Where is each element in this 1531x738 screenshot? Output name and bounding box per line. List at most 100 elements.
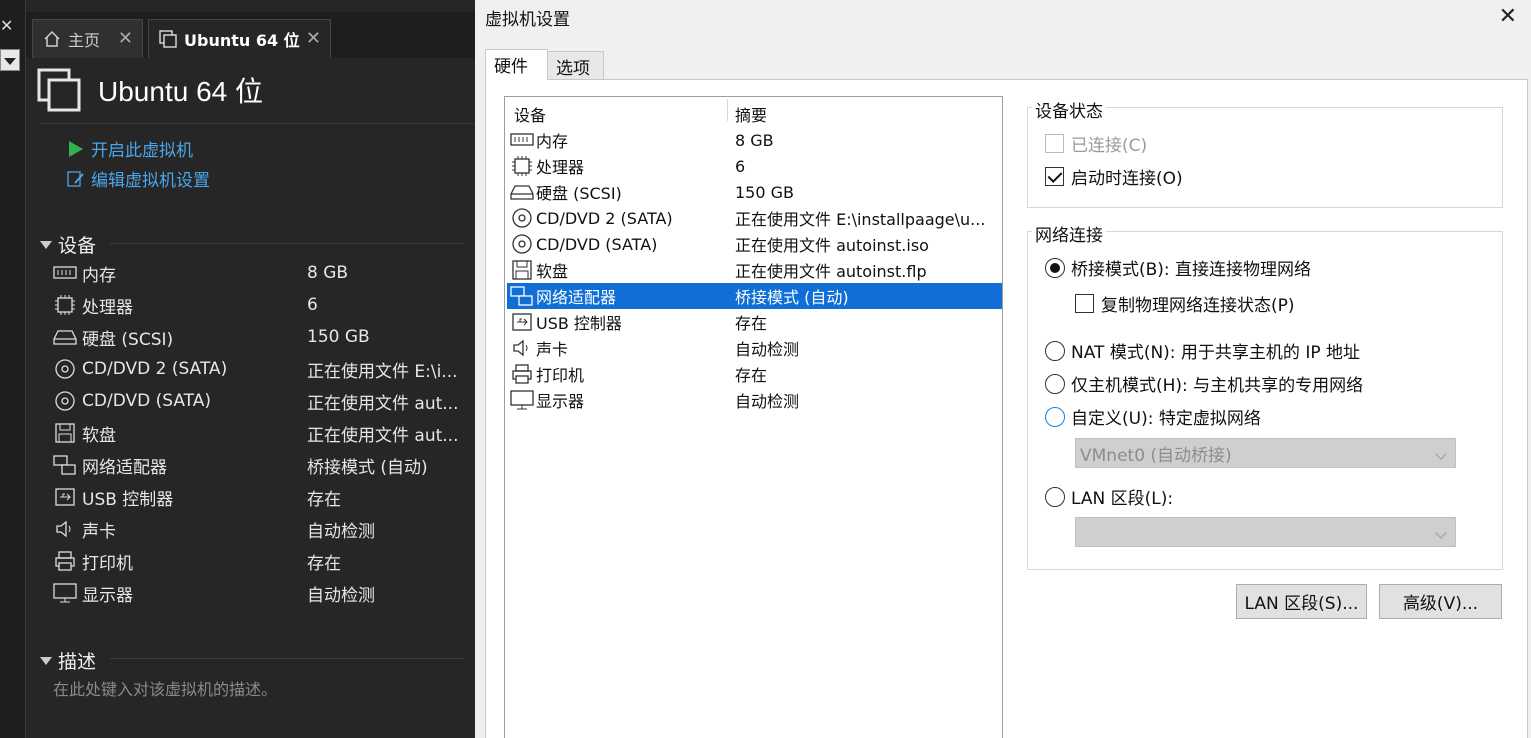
list-item-summary: 正在使用文件 autoinst.iso bbox=[735, 236, 929, 255]
lan-segment-radio[interactable]: LAN 区段(L): bbox=[1045, 484, 1173, 509]
host-only-label: 仅主机模式(H): 与主机共享的专用网络 bbox=[1071, 376, 1364, 396]
list-item[interactable]: 打印机 存在 bbox=[507, 361, 1002, 387]
vm-large-icon bbox=[37, 68, 81, 112]
list-item-summary: 正在使用文件 E:\installpaage\u... bbox=[735, 210, 986, 229]
device-row[interactable]: 声卡 自动检测 bbox=[52, 513, 472, 545]
radio-dot[interactable] bbox=[1045, 340, 1065, 361]
device-row[interactable]: 显示器 自动检测 bbox=[52, 577, 472, 609]
vm-settings-dialog: 虚拟机设置 ✕ 硬件 选项 设备 摘要 内存 8 GB 处理器 6 硬盘 (SC… bbox=[475, 0, 1531, 738]
advanced-button[interactable]: 高级(V)... bbox=[1379, 584, 1502, 619]
list-item-summary: 正在使用文件 autoinst.flp bbox=[735, 262, 927, 281]
play-icon bbox=[69, 140, 83, 157]
memory-icon bbox=[52, 262, 78, 284]
tab-hardware[interactable]: 硬件 bbox=[485, 49, 548, 80]
tab-home[interactable]: 主页 ✕ bbox=[32, 19, 143, 58]
checkbox-box[interactable] bbox=[1075, 294, 1094, 313]
device-row[interactable]: 内存 8 GB bbox=[52, 257, 472, 289]
radio-dot[interactable] bbox=[1045, 373, 1065, 394]
cdrom-icon bbox=[510, 233, 534, 255]
list-item[interactable]: 处理器 6 bbox=[507, 153, 1002, 179]
custom-radio[interactable]: 自定义(U): 特定虚拟网络 bbox=[1045, 404, 1261, 429]
printer-icon bbox=[52, 550, 78, 572]
connected-checkbox[interactable]: 已连接(C) bbox=[1045, 131, 1147, 156]
tab-bar: 主页 ✕ Ubuntu 64 位 ✕ bbox=[26, 12, 475, 58]
lan-segments-button[interactable]: LAN 区段(S)... bbox=[1236, 584, 1367, 619]
device-value: 6 bbox=[307, 295, 318, 315]
display-icon bbox=[510, 389, 534, 411]
device-row[interactable]: 打印机 存在 bbox=[52, 545, 472, 577]
device-row[interactable]: 硬盘 (SCSI) 150 GB bbox=[52, 321, 472, 353]
vm-icon bbox=[159, 30, 177, 48]
tab-ubuntu[interactable]: Ubuntu 64 位 ✕ bbox=[148, 19, 331, 58]
tab-options[interactable]: 选项 bbox=[547, 51, 604, 79]
column-separator[interactable] bbox=[727, 99, 728, 121]
column-header-summary[interactable]: 摘要 bbox=[735, 102, 767, 126]
device-name: 显示器 bbox=[82, 585, 133, 606]
list-item[interactable]: CD/DVD (SATA) 正在使用文件 autoinst.iso bbox=[507, 231, 1002, 257]
floppy-icon bbox=[510, 259, 534, 281]
sound-icon bbox=[52, 518, 78, 540]
edit-settings-link[interactable]: 编辑虚拟机设置 bbox=[66, 166, 210, 191]
device-value: 桥接模式 (自动) bbox=[307, 457, 428, 478]
list-item-name: 硬盘 (SCSI) bbox=[536, 184, 622, 203]
list-item[interactable]: 硬盘 (SCSI) 150 GB bbox=[507, 179, 1002, 205]
edit-settings-label: 编辑虚拟机设置 bbox=[91, 171, 210, 191]
chevron-down-icon bbox=[1435, 527, 1447, 539]
list-item[interactable]: 显示器 自动检测 bbox=[507, 387, 1002, 413]
device-name: 声卡 bbox=[82, 521, 116, 542]
device-row[interactable]: 软盘 正在使用文件 aut... bbox=[52, 417, 472, 449]
collapse-triangle-icon bbox=[40, 656, 52, 665]
vmnet-select-value: VMnet0 (自动桥接) bbox=[1080, 445, 1232, 466]
radio-dot[interactable] bbox=[1045, 257, 1065, 278]
close-icon[interactable]: ✕ bbox=[1499, 4, 1517, 29]
close-tab-icon[interactable]: ✕ bbox=[118, 28, 133, 49]
replicate-state-label: 复制物理网络连接状态(P) bbox=[1101, 296, 1295, 316]
device-row[interactable]: 网络适配器 桥接模式 (自动) bbox=[52, 449, 472, 481]
list-item-summary: 桥接模式 (自动) bbox=[735, 288, 849, 307]
connect-at-power-on-checkbox[interactable]: 启动时连接(O) bbox=[1045, 164, 1183, 189]
device-row[interactable]: CD/DVD 2 (SATA) 正在使用文件 E:\i... bbox=[52, 353, 472, 385]
list-item[interactable]: 软盘 正在使用文件 autoinst.flp bbox=[507, 257, 1002, 283]
lan-segment-select[interactable] bbox=[1075, 517, 1456, 547]
list-item[interactable]: USB 控制器 存在 bbox=[507, 309, 1002, 335]
list-item-name: 打印机 bbox=[536, 366, 585, 385]
floppy-icon bbox=[52, 422, 78, 444]
device-value: 自动检测 bbox=[307, 585, 375, 606]
radio-dot[interactable] bbox=[1045, 406, 1065, 427]
description-section-header[interactable]: 描述 bbox=[40, 647, 96, 674]
list-item[interactable]: 内存 8 GB bbox=[507, 127, 1002, 153]
close-tab-icon[interactable]: ✕ bbox=[306, 28, 321, 49]
replicate-state-checkbox[interactable]: 复制物理网络连接状态(P) bbox=[1075, 291, 1295, 316]
devices-section-header[interactable]: 设备 bbox=[40, 231, 96, 258]
description-section-label: 描述 bbox=[58, 651, 97, 673]
vmnet-select[interactable]: VMnet0 (自动桥接) bbox=[1075, 438, 1456, 468]
column-header-device[interactable]: 设备 bbox=[514, 102, 546, 126]
edit-settings-icon bbox=[67, 170, 84, 187]
list-item[interactable]: 声卡 自动检测 bbox=[507, 335, 1002, 361]
usb-icon bbox=[52, 486, 78, 508]
bridged-radio[interactable]: 桥接模式(B): 直接连接物理网络 bbox=[1045, 255, 1311, 280]
power-on-link[interactable]: 开启此虚拟机 bbox=[66, 136, 193, 161]
device-name: 硬盘 (SCSI) bbox=[82, 329, 174, 350]
list-item-summary: 自动检测 bbox=[735, 340, 800, 359]
description-input[interactable]: 在此处键入对该虚拟机的描述。 bbox=[53, 676, 277, 700]
list-item-name: 声卡 bbox=[536, 340, 569, 359]
hardware-device-list[interactable]: 设备 摘要 内存 8 GB 处理器 6 硬盘 (SCSI) 150 GB CD/… bbox=[504, 96, 1003, 738]
device-row[interactable]: CD/DVD (SATA) 正在使用文件 aut... bbox=[52, 385, 472, 417]
device-row[interactable]: USB 控制器 存在 bbox=[52, 481, 472, 513]
host-only-radio[interactable]: 仅主机模式(H): 与主机共享的专用网络 bbox=[1045, 371, 1363, 396]
list-item[interactable]: CD/DVD 2 (SATA) 正在使用文件 E:\installpaage\u… bbox=[507, 205, 1002, 231]
device-name: 处理器 bbox=[82, 297, 133, 318]
device-row[interactable]: 处理器 6 bbox=[52, 289, 472, 321]
checkbox-box[interactable] bbox=[1045, 167, 1064, 186]
power-on-label: 开启此虚拟机 bbox=[91, 141, 193, 161]
list-item-name: CD/DVD 2 (SATA) bbox=[536, 208, 673, 228]
list-item-name: CD/DVD (SATA) bbox=[536, 234, 658, 254]
dialog-title: 虚拟机设置 bbox=[485, 10, 570, 30]
radio-dot[interactable] bbox=[1045, 486, 1065, 507]
dropdown-button[interactable] bbox=[0, 49, 20, 71]
nat-radio[interactable]: NAT 模式(N): 用于共享主机的 IP 地址 bbox=[1045, 338, 1360, 363]
list-item-selected[interactable]: 网络适配器 桥接模式 (自动) bbox=[507, 283, 1002, 309]
close-icon[interactable]: ✕ bbox=[0, 16, 13, 35]
checkbox-box[interactable] bbox=[1045, 134, 1064, 153]
